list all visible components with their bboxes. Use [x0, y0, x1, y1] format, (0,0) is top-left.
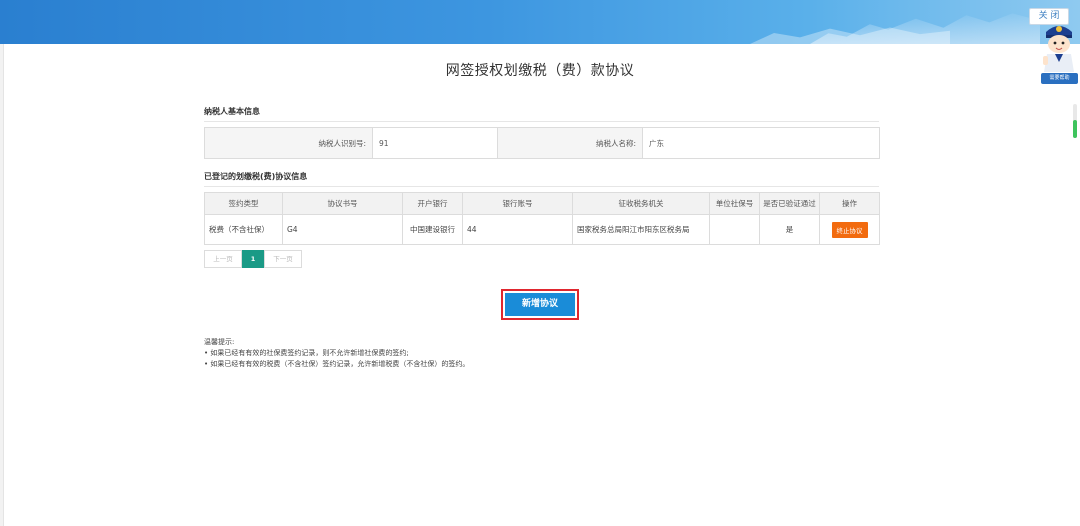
column-header: 是否已验证通过 [759, 192, 820, 215]
cell-agreement-no: G4 [282, 214, 403, 245]
column-header: 协议书号 [282, 192, 403, 215]
tips-list: 如果已经有有效的社保费签约记录，则不允许新增社保费的签约; 如果已经有有效的税费… [204, 348, 469, 370]
cell-action: 终止协议 [819, 214, 880, 245]
terminate-agreement-button[interactable]: 终止协议 [831, 221, 868, 238]
next-page-button[interactable]: 下一页 [264, 250, 302, 268]
cell-tax-office: 国家税务总局阳江市阳东区税务局 [572, 214, 710, 245]
pagination: 上一页 1 下一页 [204, 250, 302, 268]
cell-social-security-no [709, 214, 760, 245]
scrollbar-thumb[interactable] [1073, 120, 1077, 138]
tips-block: 温馨提示: 如果已经有有效的社保费签约记录，则不允许新增社保费的签约; 如果已经… [204, 337, 469, 370]
column-header: 开户银行 [402, 192, 463, 215]
prev-page-button[interactable]: 上一页 [204, 250, 242, 268]
column-header: 签约类型 [204, 192, 283, 215]
cell-account: 44 [462, 214, 573, 245]
tip-item: 如果已经有有效的税费（不含社保）签约记录，允许新增税费（不含社保）的签约。 [204, 359, 469, 370]
column-header: 单位社保号 [709, 192, 760, 215]
cell-bank: 中国建设银行 [402, 214, 463, 245]
left-rail [0, 44, 4, 526]
agreements-section-title: 已登记的划缴税(费)协议信息 [204, 172, 308, 181]
page-title: 网签授权划缴税（费）款协议 [445, 63, 635, 79]
current-page-button[interactable]: 1 [242, 250, 264, 268]
basic-info-section-title: 纳税人基本信息 [204, 107, 260, 116]
tips-title: 温馨提示: [204, 338, 235, 346]
section-divider [204, 121, 879, 122]
table-row: 税费（不含社保） G4 中国建设银行 44 国家税务总局阳江市阳东区税务局 是 … [204, 214, 880, 245]
table-header-row: 签约类型 协议书号 开户银行 银行账号 征收税务机关 单位社保号 是否已验证通过… [204, 192, 880, 215]
column-header: 征收税务机关 [572, 192, 710, 215]
agreements-table: 签约类型 协议书号 开户银行 银行账号 征收税务机关 单位社保号 是否已验证通过… [204, 192, 880, 245]
cell-verified: 是 [759, 214, 820, 245]
add-agreement-highlight: 新增协议 [501, 289, 579, 320]
taxpayer-name-value: 广东 [642, 127, 880, 159]
section-divider [204, 186, 879, 187]
column-header: 银行账号 [462, 192, 573, 215]
column-header: 操作 [819, 192, 880, 215]
taxpayer-name-label: 纳税人名称: [497, 127, 643, 159]
header-banner [0, 0, 1080, 44]
cell-agreement-type: 税费（不含社保） [204, 214, 283, 245]
taxpayer-id-label: 纳税人识别号: [204, 127, 373, 159]
taxpayer-id-value: 91 [372, 127, 498, 159]
basic-info-table: 纳税人识别号: 91 纳税人名称: 广东 [204, 127, 880, 159]
tip-item: 如果已经有有效的社保费签约记录，则不允许新增社保费的签约; [204, 348, 469, 359]
add-agreement-button[interactable]: 新增协议 [505, 293, 575, 316]
